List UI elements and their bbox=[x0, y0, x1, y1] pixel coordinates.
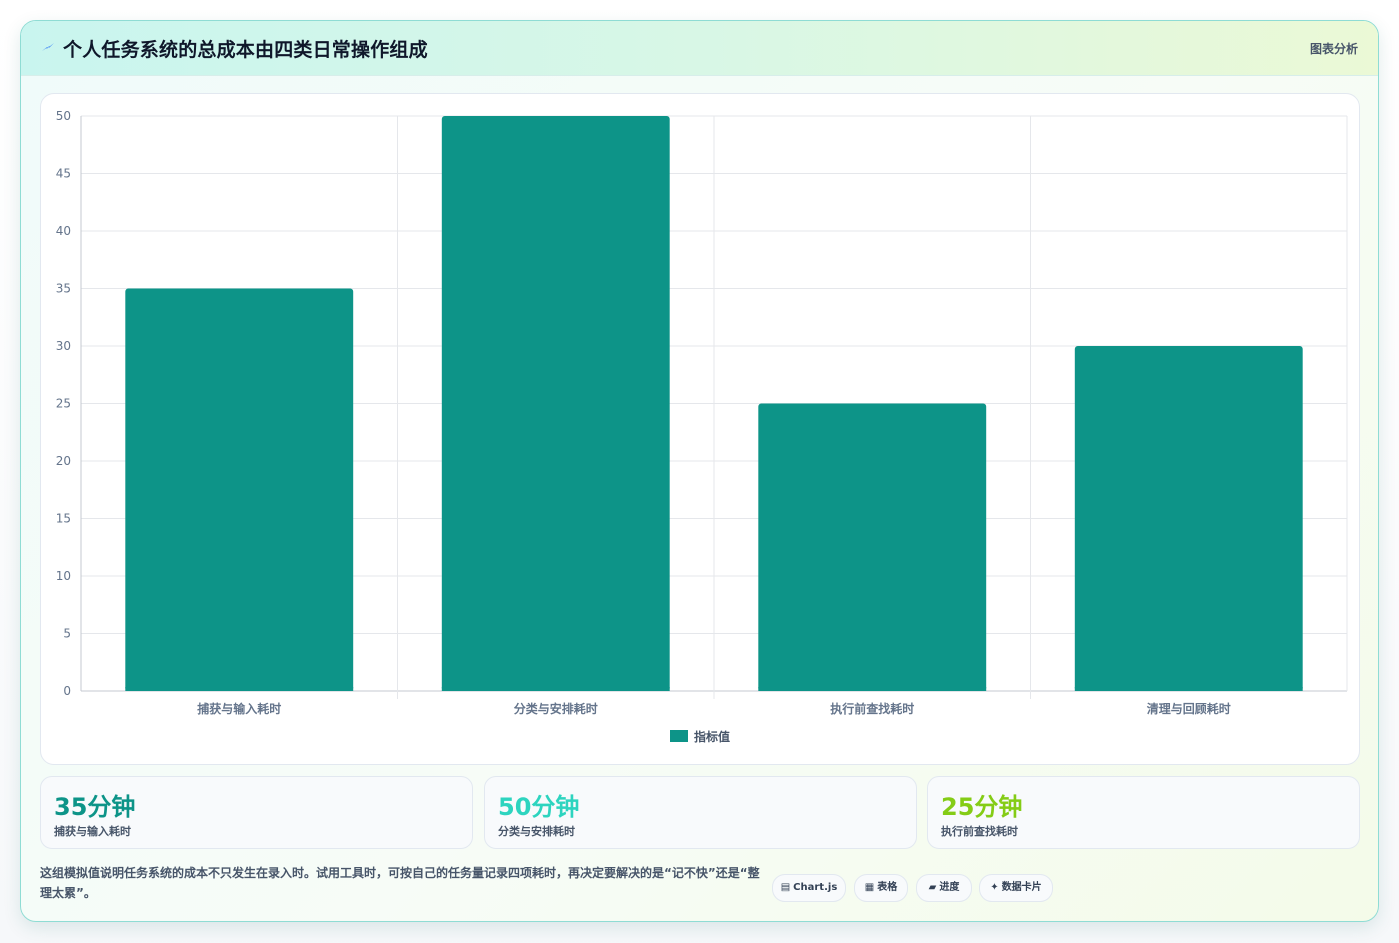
bar-base bbox=[441, 687, 670, 691]
legend-swatch bbox=[670, 730, 688, 742]
y-tick-label: 20 bbox=[56, 454, 71, 468]
sparkle-icon: ✦ bbox=[990, 882, 999, 893]
bar bbox=[758, 403, 987, 691]
bolt-icon bbox=[42, 43, 54, 51]
table-icon: ▦ bbox=[864, 882, 875, 893]
chart-title: 个人任务系统的总成本由四类日常操作组成 bbox=[63, 39, 428, 61]
tag-data-card[interactable]: ✦ 数据卡片 bbox=[979, 874, 1053, 902]
x-tick-label: 捕获与输入耗时 bbox=[197, 701, 281, 716]
x-tick-label: 分类与安排耗时 bbox=[514, 701, 598, 716]
tag-table[interactable]: ▦ 表格 bbox=[854, 874, 908, 902]
chart-analysis-tag: 图表分析 bbox=[1309, 42, 1358, 56]
tag-label: 表格 bbox=[877, 882, 898, 893]
bar-base bbox=[758, 687, 987, 691]
y-tick-label: 15 bbox=[56, 512, 71, 526]
card-header: 个人任务系统的总成本由四类日常操作组成 图表分析 bbox=[21, 21, 1378, 76]
y-tick-label: 5 bbox=[63, 627, 71, 641]
legend-label: 指标值 bbox=[694, 729, 730, 744]
tag-progress[interactable]: ▰ 进度 bbox=[916, 874, 972, 902]
progress-icon: ▰ bbox=[928, 882, 937, 893]
stat-card-capture: 35分钟 捕获与输入耗时 bbox=[40, 776, 473, 849]
y-tick-label: 40 bbox=[56, 224, 71, 238]
bar bbox=[1074, 346, 1303, 691]
tag-label: Chart.js bbox=[793, 882, 838, 893]
page: 个人任务系统的总成本由四类日常操作组成 图表分析 0 5 10 15 20 25 30 35 4… bbox=[0, 0, 1399, 943]
stat-value: 50分钟 bbox=[498, 793, 580, 821]
stat-label: 捕获与输入耗时 bbox=[54, 825, 131, 838]
tag-chartjs[interactable]: ▤ Chart.js bbox=[772, 874, 846, 902]
stat-label: 执行前查找耗时 bbox=[941, 825, 1018, 838]
bar bbox=[441, 116, 670, 691]
tag-label: 数据卡片 bbox=[1001, 882, 1042, 893]
y-tick-label: 0 bbox=[63, 684, 71, 698]
chart-card: 个人任务系统的总成本由四类日常操作组成 图表分析 0 5 10 15 20 25 30 35 4… bbox=[20, 20, 1379, 922]
y-tick-label: 35 bbox=[56, 282, 71, 296]
stat-card-search: 25分钟 执行前查找耗时 bbox=[927, 776, 1360, 849]
bar-base bbox=[125, 687, 354, 691]
stat-value: 35分钟 bbox=[54, 793, 136, 821]
x-tick-label: 清理与回顾耗时 bbox=[1147, 701, 1231, 716]
bar bbox=[125, 288, 354, 691]
tag-label: 进度 bbox=[939, 882, 960, 893]
y-tick-label: 25 bbox=[56, 397, 71, 411]
y-tick-label: 30 bbox=[56, 339, 71, 353]
bar-chart: 0 5 10 15 20 25 30 35 40 45 50 捕获与输入耗时 分类与安排耗时 执行前查找耗… bbox=[56, 109, 1348, 744]
y-tick-label: 10 bbox=[56, 569, 71, 583]
stat-label: 分类与安排耗时 bbox=[498, 825, 575, 838]
chart-icon: ▤ bbox=[780, 882, 791, 893]
chart-area: 0 5 10 15 20 25 30 35 40 45 50 捕获与输入耗时 分类与安排耗时 执行前查找耗… bbox=[40, 93, 1360, 765]
bar-base bbox=[1074, 687, 1303, 691]
stat-value: 25分钟 bbox=[941, 793, 1023, 821]
x-tick-label: 执行前查找耗时 bbox=[830, 701, 914, 716]
y-tick-label: 50 bbox=[56, 109, 71, 123]
stat-card-sort: 50分钟 分类与安排耗时 bbox=[484, 776, 917, 849]
y-tick-label: 45 bbox=[56, 167, 71, 181]
footer-note: 这组模拟值说明任务系统的成本不只发生在录入时。试用工具时，可按自己的任务量记录四… bbox=[40, 866, 760, 900]
